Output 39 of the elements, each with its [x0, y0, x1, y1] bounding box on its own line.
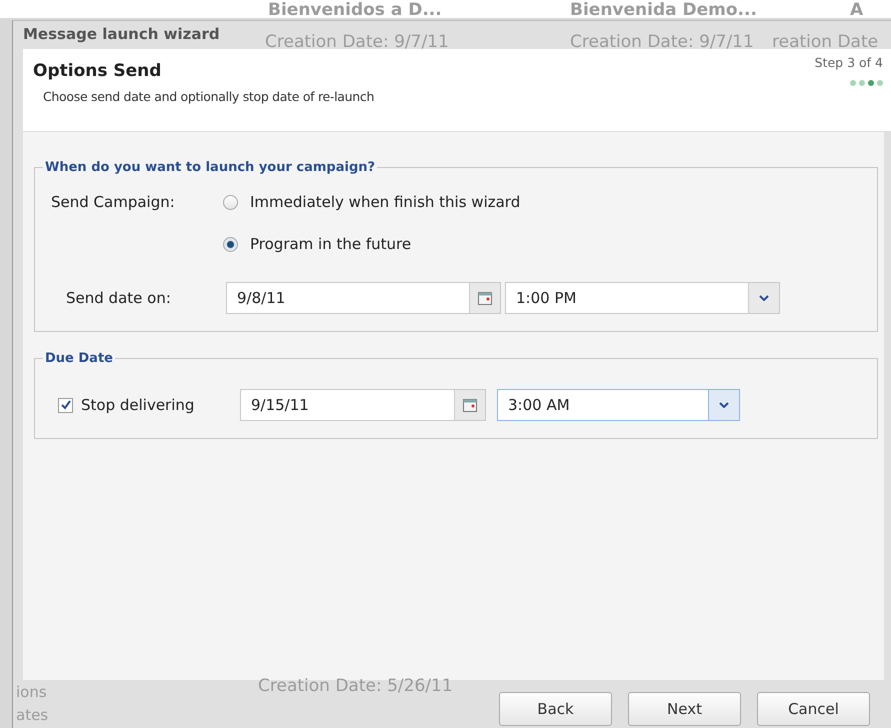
date-picker-button[interactable] — [469, 283, 500, 313]
wizard-button[interactable]: Cancel — [757, 692, 870, 726]
dropdown-button[interactable] — [748, 283, 779, 313]
background-text: ates — [16, 706, 48, 724]
checkmark-icon — [60, 400, 70, 410]
radio-button[interactable] — [223, 236, 238, 252]
dropdown-button[interactable] — [708, 390, 739, 420]
background-text: Creation Date: 9/7/11 — [265, 32, 449, 52]
background-text: ions — [16, 683, 47, 701]
background-text: Creation Date: 5/26/11 — [258, 676, 453, 696]
group-legend: When do you want to launch your campaign? — [43, 160, 378, 175]
field-label: Send date on: — [66, 289, 171, 307]
background-text: Bienvenida Demo... — [570, 0, 757, 20]
background-text: Creation Date: 9/7/11 — [570, 32, 754, 52]
caret-icon — [759, 295, 769, 301]
step-counter: Step 3 of 4 — [814, 55, 883, 70]
wizard-button[interactable]: Back — [499, 692, 612, 726]
time-dropdown[interactable]: 3:00 AM — [497, 389, 740, 421]
wizard-button[interactable]: Next — [628, 692, 741, 726]
caret-icon — [719, 402, 729, 408]
date-field[interactable]: 9/15/11 — [240, 389, 486, 421]
date-field[interactable]: 9/8/11 — [226, 282, 501, 314]
window-title: Message launch wizard — [22, 24, 220, 45]
time-dropdown[interactable]: 1:00 PM — [505, 282, 780, 314]
radio-button[interactable] — [223, 194, 238, 210]
background-text: Bienvenidos a D... — [268, 0, 442, 20]
field-label: Send Campaign: — [51, 193, 175, 211]
step-description: Choose send date and optionally stop date of re-launch — [43, 89, 374, 104]
calendar-icon — [478, 292, 492, 304]
radio-label[interactable]: Program in the future — [250, 235, 412, 253]
group-legend: Due Date — [43, 351, 115, 366]
background-text: A — [850, 0, 864, 20]
calendar-icon — [463, 398, 477, 412]
checkbox[interactable] — [58, 398, 73, 412]
date-picker-button[interactable] — [454, 390, 485, 420]
checkbox-label[interactable]: Stop delivering — [81, 396, 194, 414]
step-title: Options Send — [33, 61, 162, 81]
background-text: reation Date — [772, 32, 878, 52]
radio-label[interactable]: Immediately when finish this wizard — [250, 193, 520, 211]
